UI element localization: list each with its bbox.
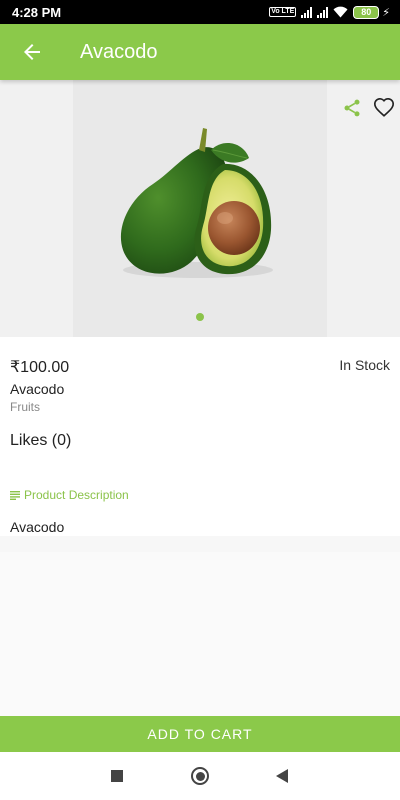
notes-icon bbox=[10, 491, 20, 500]
home-icon bbox=[191, 767, 209, 785]
favorite-button[interactable] bbox=[372, 96, 396, 120]
add-to-cart-button[interactable]: ADD TO CART bbox=[0, 716, 400, 752]
product-description: Avacodo bbox=[10, 519, 65, 535]
carousel-indicator-dot[interactable] bbox=[196, 313, 204, 321]
system-back-button[interactable] bbox=[258, 752, 306, 800]
status-icons: Vo LTE 80 ⚡ bbox=[269, 5, 390, 19]
description-heading: Product Description bbox=[10, 488, 129, 502]
divider bbox=[0, 536, 400, 552]
app-bar: Avacodo bbox=[0, 24, 400, 80]
signal-icon-2 bbox=[317, 6, 329, 18]
system-nav-bar bbox=[0, 752, 400, 800]
product-price: ₹100.00 bbox=[10, 359, 70, 376]
product-category: Fruits bbox=[10, 400, 40, 414]
product-name: Avacodo bbox=[10, 381, 65, 397]
signal-icon bbox=[301, 6, 313, 18]
description-heading-label: Product Description bbox=[24, 488, 129, 502]
arrow-back-icon bbox=[24, 44, 40, 60]
recents-icon bbox=[111, 770, 123, 782]
home-button[interactable] bbox=[176, 752, 224, 800]
stock-status: In Stock bbox=[339, 357, 390, 373]
share-icon bbox=[344, 99, 360, 117]
volte-icon: Vo LTE bbox=[269, 7, 297, 17]
status-time: 4:28 PM bbox=[12, 4, 62, 20]
product-image-carousel[interactable] bbox=[0, 80, 400, 337]
product-image bbox=[73, 80, 327, 337]
battery-icon: 80 bbox=[353, 5, 380, 19]
back-triangle-icon bbox=[276, 769, 288, 783]
product-details: ₹100.00 In Stock Avacodo Fruits Likes (0… bbox=[0, 337, 400, 536]
wifi-icon bbox=[333, 6, 348, 18]
page-title: Avacodo bbox=[80, 40, 158, 63]
content-filler bbox=[0, 552, 400, 716]
heart-icon bbox=[374, 98, 394, 117]
charging-icon: ⚡ bbox=[382, 6, 390, 19]
recents-button[interactable] bbox=[93, 752, 141, 800]
status-bar: 4:28 PM Vo LTE 80 ⚡ bbox=[0, 0, 400, 24]
likes-count: Likes (0) bbox=[10, 432, 72, 449]
avocado-illustration bbox=[120, 128, 273, 278]
share-button[interactable] bbox=[340, 96, 364, 120]
back-button[interactable] bbox=[0, 24, 64, 80]
